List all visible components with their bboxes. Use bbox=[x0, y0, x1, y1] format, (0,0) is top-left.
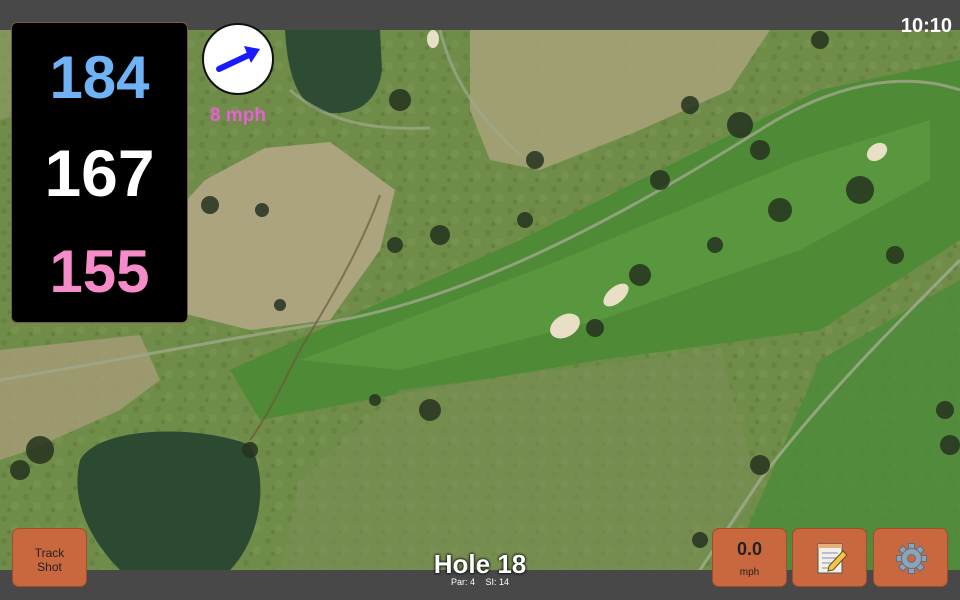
notes-button[interactable] bbox=[792, 528, 867, 587]
wind-direction-dial bbox=[202, 23, 274, 95]
wind-speed: 8 mph bbox=[210, 105, 266, 126]
back-distance: 184 bbox=[49, 44, 150, 111]
hole-info: Par: 4 SI: 14 bbox=[380, 577, 580, 587]
middle-distance: 167 bbox=[44, 136, 155, 210]
notepad-icon bbox=[817, 543, 848, 574]
track-shot-label-line2: Shot bbox=[37, 560, 62, 574]
clock: 10:10 bbox=[900, 15, 952, 37]
speed-value: 0.0 bbox=[736, 539, 763, 559]
gear-icon bbox=[896, 543, 927, 574]
hole-par: Par: 4 bbox=[450, 577, 475, 587]
settings-button[interactable] bbox=[873, 528, 948, 587]
hole-stroke-index: SI: 14 bbox=[485, 577, 510, 587]
hole-title: Hole 18 bbox=[433, 549, 527, 579]
speed-unit: mph bbox=[739, 567, 760, 578]
front-distance: 155 bbox=[49, 238, 150, 305]
speed-button[interactable]: 0.0 mph bbox=[712, 528, 787, 587]
track-shot-button[interactable]: Track Shot bbox=[12, 528, 87, 587]
arrow-right-up-icon bbox=[216, 46, 260, 72]
track-shot-label-line1: Track bbox=[34, 546, 65, 560]
distance-panel: 184 167 155 bbox=[11, 22, 188, 323]
